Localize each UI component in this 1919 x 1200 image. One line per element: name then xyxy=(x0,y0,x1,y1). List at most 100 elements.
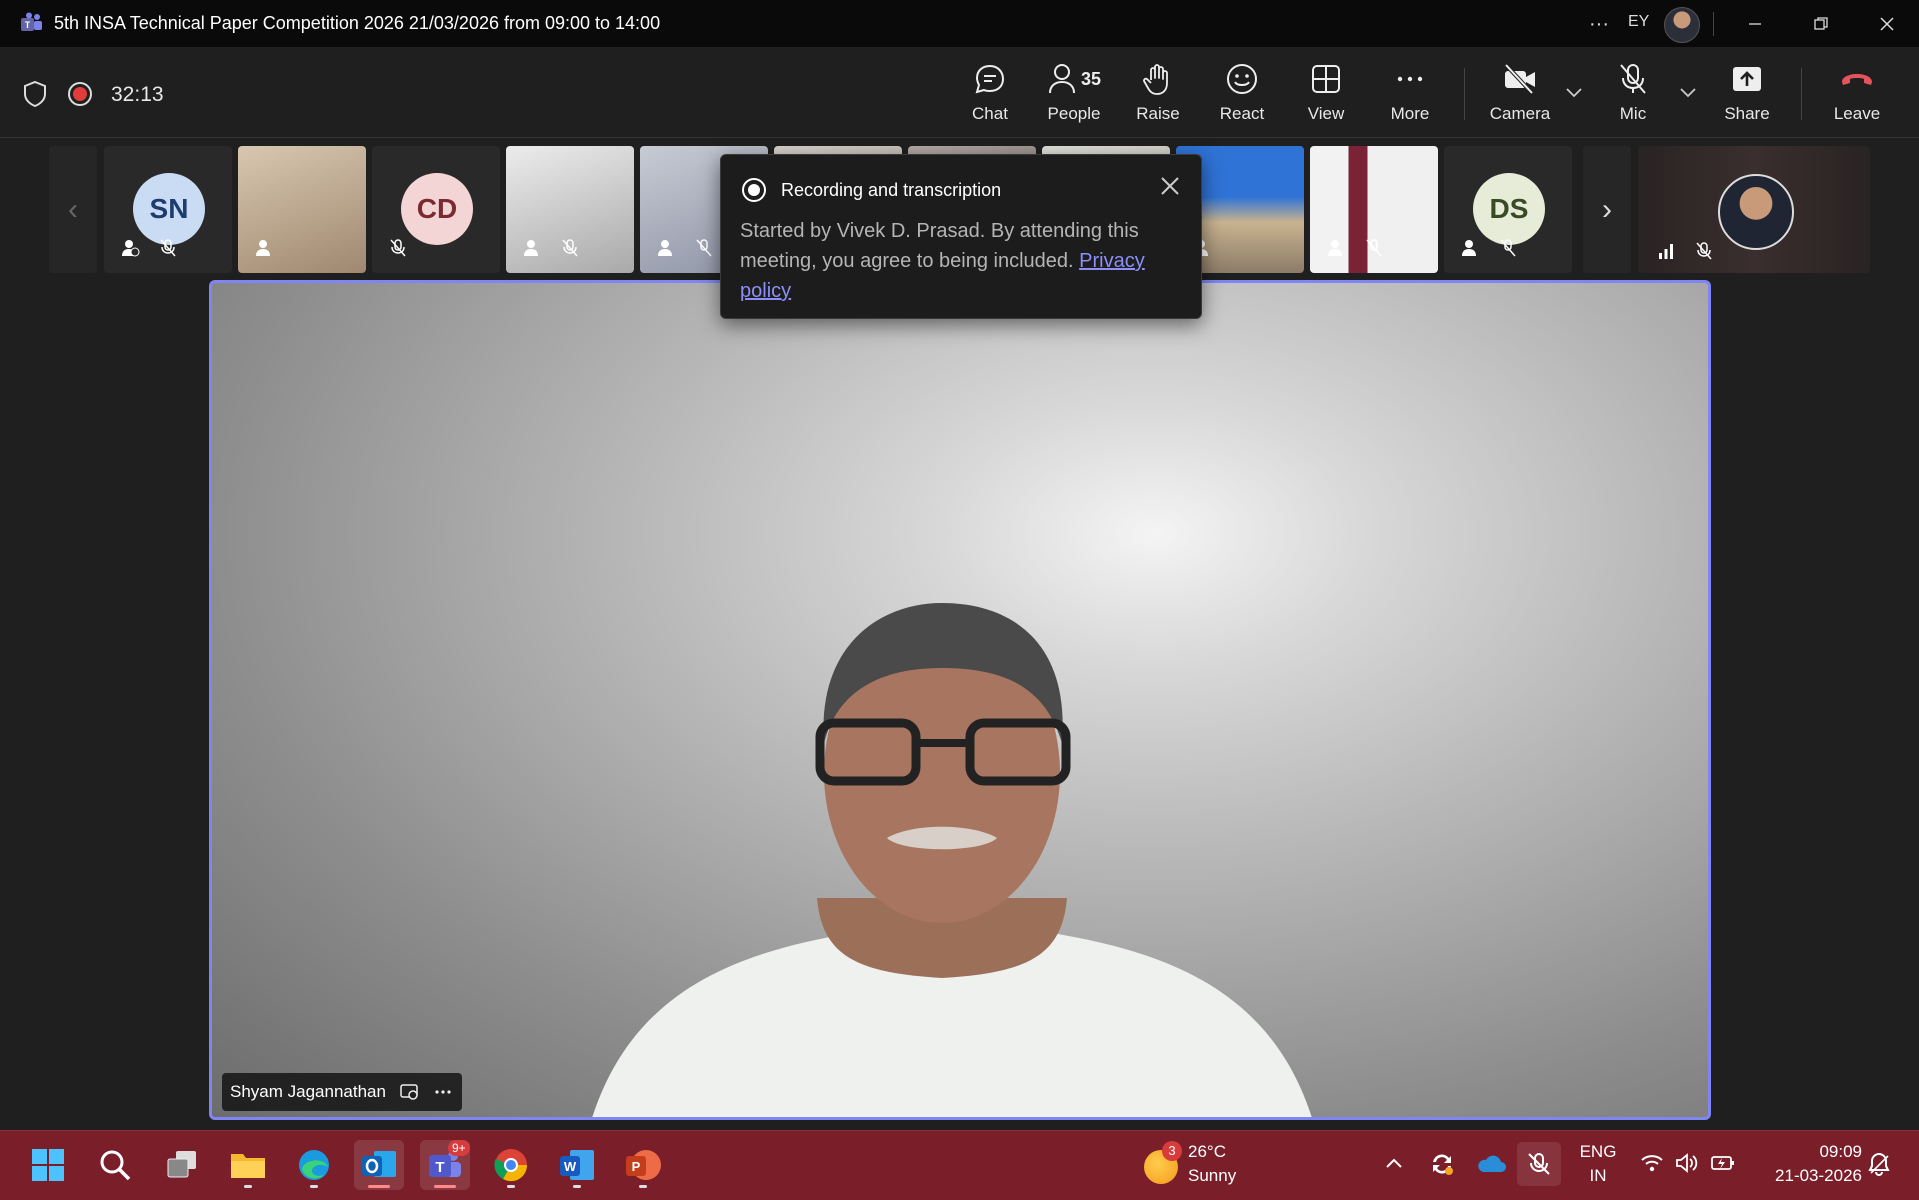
camera-off-icon xyxy=(1504,63,1535,95)
camera-options-chevron-icon[interactable] xyxy=(1565,86,1583,98)
more-dots-icon xyxy=(1397,76,1423,82)
taskbar xyxy=(0,1130,1919,1200)
running-indicator xyxy=(639,1185,647,1188)
mic-muted-icon xyxy=(1500,239,1516,257)
close-window-icon[interactable] xyxy=(1872,10,1902,38)
raise-hand-button[interactable]: Raise xyxy=(1121,62,1195,132)
mic-off-tray-icon xyxy=(1528,1153,1550,1175)
chevron-left-icon: ‹ xyxy=(68,192,78,226)
svg-text:W: W xyxy=(564,1159,577,1174)
close-icon[interactable] xyxy=(1157,173,1183,199)
tile-status-icons xyxy=(120,238,178,1189)
outlook-button[interactable] xyxy=(354,1140,404,1190)
self-avatar xyxy=(1718,174,1794,250)
chat-button[interactable]: Chat xyxy=(953,62,1027,132)
strip-next-button[interactable]: › xyxy=(1583,146,1631,273)
file-explorer-button[interactable] xyxy=(223,1140,273,1190)
weather-widget[interactable]: 3 26°C Sunny xyxy=(1140,1138,1260,1192)
participant-avatar: DS xyxy=(1473,173,1545,245)
people-icon xyxy=(1048,64,1075,94)
teams-button[interactable]: T 9+ xyxy=(420,1140,470,1190)
battery-icon[interactable] xyxy=(1710,1153,1736,1173)
popup-header: Recording and transcription xyxy=(741,177,1001,203)
edge-button[interactable] xyxy=(289,1140,339,1190)
main-video-stage[interactable] xyxy=(209,280,1711,1120)
view-button[interactable]: View xyxy=(1289,62,1363,132)
date: 21-03-2026 xyxy=(1775,1166,1862,1185)
mic-options-chevron-icon[interactable] xyxy=(1679,86,1697,98)
powerpoint-button[interactable]: P xyxy=(618,1140,668,1190)
user-avatar[interactable] xyxy=(1664,7,1700,43)
self-view-tile[interactable] xyxy=(1638,146,1870,273)
chat-icon xyxy=(975,64,1005,94)
share-icon xyxy=(1733,67,1761,91)
self-status-icons xyxy=(1656,241,1714,261)
view-label: View xyxy=(1307,104,1345,123)
more-label: More xyxy=(1390,104,1430,123)
grid-view-icon xyxy=(1312,65,1340,93)
wifi-icon[interactable] xyxy=(1640,1152,1664,1174)
clock[interactable]: 09:09 21-03-2026 xyxy=(1752,1140,1862,1188)
start-button[interactable] xyxy=(23,1140,73,1190)
mic-muted-icon xyxy=(160,239,176,257)
shield-icon[interactable] xyxy=(22,80,48,108)
speaker-name-chip[interactable]: Shyam Jagannathan xyxy=(222,1073,462,1111)
mic-muted-tray-button[interactable] xyxy=(1517,1142,1561,1186)
raise-label: Raise xyxy=(1136,104,1180,123)
mic-button[interactable]: Mic xyxy=(1596,62,1670,132)
chrome-button[interactable] xyxy=(486,1140,536,1190)
search-button[interactable] xyxy=(90,1140,140,1190)
background-effects-icon[interactable] xyxy=(400,1083,420,1101)
chat-label: Chat xyxy=(972,104,1008,123)
people-button[interactable]: 35 People xyxy=(1037,62,1111,132)
mic-muted-icon xyxy=(562,239,578,257)
share-label: Share xyxy=(1724,104,1770,123)
leave-label: Leave xyxy=(1833,104,1881,123)
svg-text:T: T xyxy=(435,1159,444,1176)
record-status-icon xyxy=(742,178,766,202)
react-button[interactable]: React xyxy=(1205,62,1279,132)
guest-icon xyxy=(524,240,538,256)
svg-text:T: T xyxy=(25,20,31,30)
word-icon: W xyxy=(560,1150,594,1180)
restore-icon[interactable] xyxy=(1806,10,1836,38)
meeting-timer: 32:13 xyxy=(111,83,164,106)
mic-muted-icon xyxy=(390,239,406,257)
share-button[interactable]: Share xyxy=(1710,62,1784,132)
camera-label: Camera xyxy=(1489,104,1551,123)
more-options-icon[interactable] xyxy=(434,1089,452,1095)
camera-button[interactable]: Camera xyxy=(1482,62,1558,132)
user-initials: EY xyxy=(1628,13,1650,30)
title-divider xyxy=(1713,12,1714,36)
recording-notice-popup: Recording and transcription Started by V… xyxy=(720,154,1202,319)
volume-icon[interactable] xyxy=(1674,1152,1698,1174)
strip-prev-button[interactable]: ‹ xyxy=(49,146,97,273)
task-view-button[interactable] xyxy=(157,1140,207,1190)
svg-text:P: P xyxy=(632,1159,641,1174)
onedrive-cloud-icon[interactable] xyxy=(1476,1152,1506,1176)
people-count: 35 xyxy=(1080,68,1102,89)
chevron-up-icon[interactable] xyxy=(1384,1155,1404,1171)
guest-icon xyxy=(658,240,672,256)
minimize-icon[interactable] xyxy=(1740,10,1770,38)
outlook-icon xyxy=(362,1151,396,1177)
running-indicator xyxy=(573,1185,581,1188)
language-indicator[interactable]: ENG IN xyxy=(1575,1140,1621,1188)
edge-icon xyxy=(299,1150,329,1180)
sync-icon[interactable] xyxy=(1428,1150,1456,1178)
smiley-icon xyxy=(1227,64,1257,94)
mic-muted-icon xyxy=(1366,239,1382,257)
word-button[interactable]: W xyxy=(552,1140,602,1190)
guest-icon xyxy=(122,240,140,257)
more-button[interactable]: More xyxy=(1373,62,1447,132)
speaker-name: Shyam Jagannathan xyxy=(230,1082,386,1101)
running-indicator xyxy=(310,1185,318,1188)
temperature: 26°C xyxy=(1188,1142,1226,1161)
window-title: 5th INSA Technical Paper Competition 202… xyxy=(54,13,661,33)
signal-bars-icon xyxy=(1659,244,1673,259)
notifications-icon[interactable] xyxy=(1866,1151,1892,1177)
participant-avatar: SN xyxy=(133,173,205,245)
weather-alert-badge: 3 xyxy=(1162,1141,1182,1161)
window-more-icon[interactable]: ··· xyxy=(1584,10,1614,38)
leave-button[interactable]: Leave xyxy=(1820,62,1894,132)
